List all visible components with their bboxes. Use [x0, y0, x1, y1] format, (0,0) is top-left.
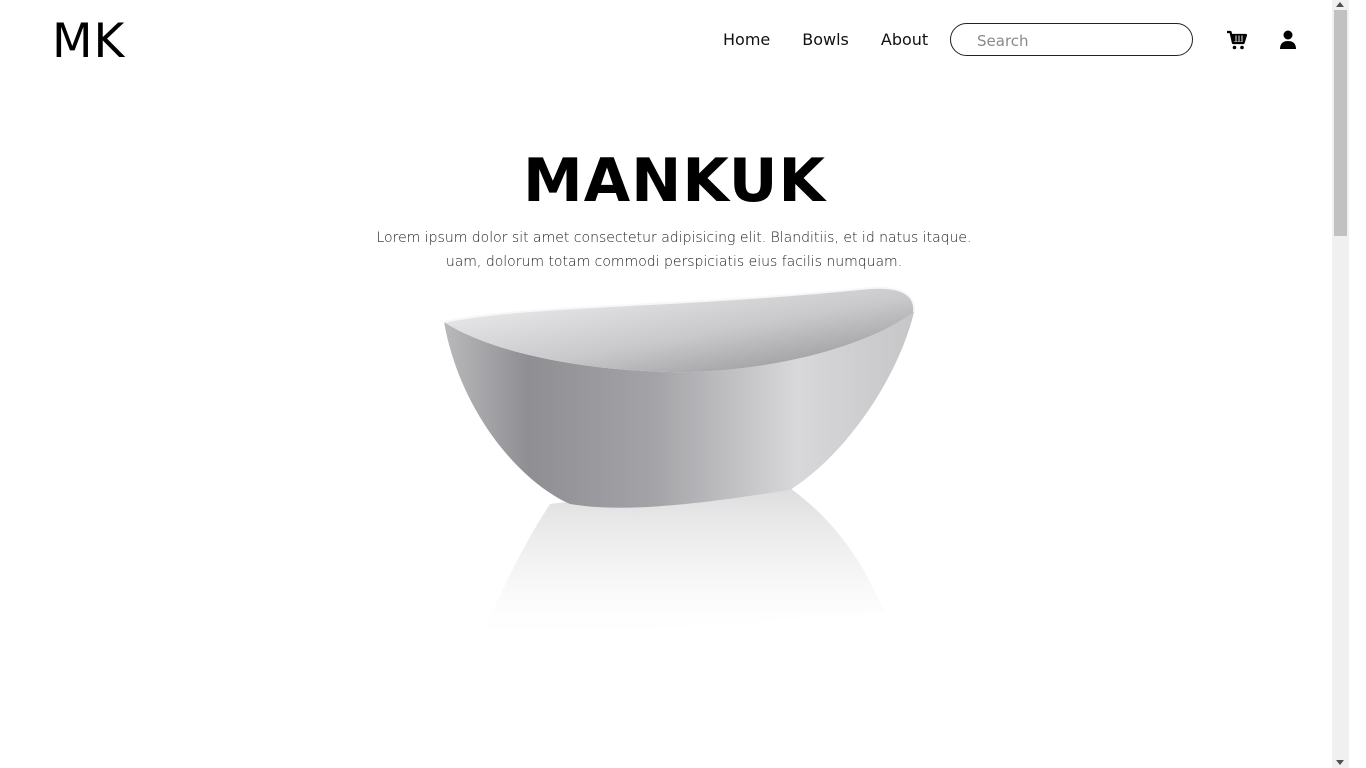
search-input[interactable] [975, 24, 1179, 57]
nav-about-link[interactable]: About [881, 30, 928, 50]
hero-description-line-2: uam, dolorum totam commodi perspiciatis … [445, 254, 903, 270]
search-box [950, 23, 1193, 57]
hero-description: Lorem ipsum dolor sit amet consectetur a… [374, 226, 974, 274]
site-logo[interactable]: MK [52, 14, 125, 70]
scrollbar[interactable] [1332, 0, 1349, 768]
scroll-down-icon[interactable] [1336, 760, 1344, 765]
nav-bowls-link[interactable]: Bowls [802, 30, 849, 50]
navbar: MK Home Bowls About [0, 0, 1349, 82]
user-button[interactable] [1277, 29, 1299, 51]
nav-links: Home Bowls About [723, 30, 928, 50]
scroll-up-icon[interactable] [1336, 2, 1344, 7]
cart-button[interactable] [1226, 29, 1248, 51]
bowl-image [430, 282, 930, 652]
page: MK Home Bowls About Search MANKUK Lorem … [0, 0, 1349, 768]
scroll-thumb[interactable] [1334, 10, 1347, 236]
hero-title: MANKUK [522, 146, 826, 216]
cart-icon [1227, 30, 1248, 50]
user-icon [1280, 30, 1296, 49]
hero-description-line-1: Lorem ipsum dolor sit amet consectetur a… [376, 230, 972, 246]
bowl-illustration [443, 286, 916, 642]
nav-home-link[interactable]: Home [723, 30, 770, 50]
